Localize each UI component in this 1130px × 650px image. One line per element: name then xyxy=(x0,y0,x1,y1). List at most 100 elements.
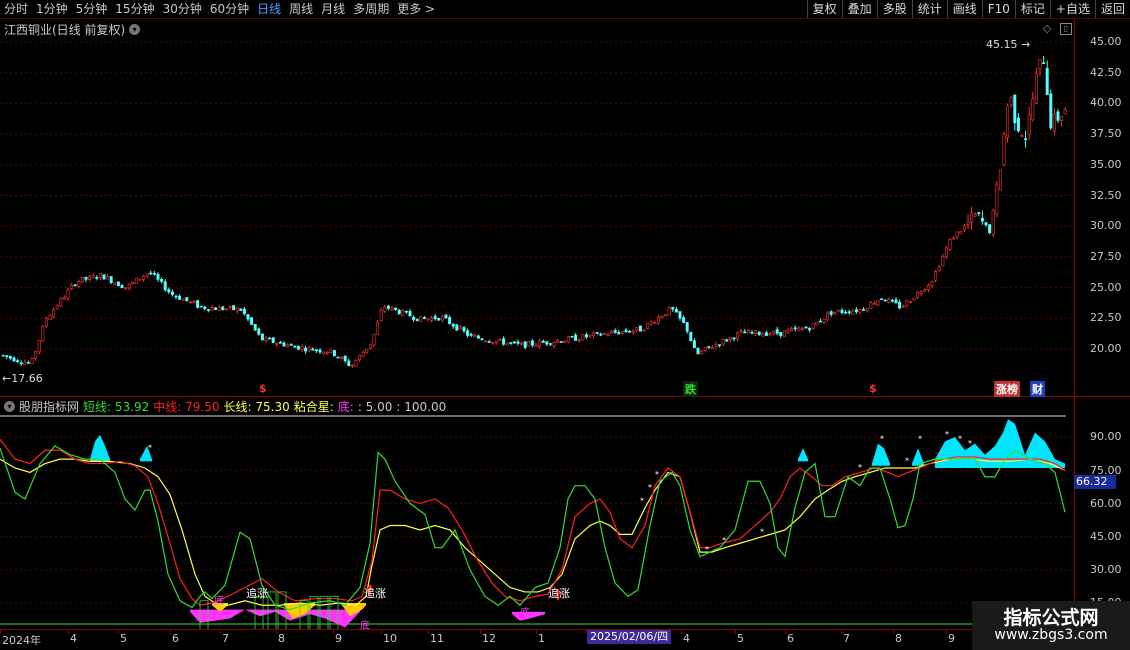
candle-body xyxy=(138,278,142,281)
candle-body xyxy=(178,295,182,300)
indicator-tick-label: 30.00 xyxy=(1090,563,1122,576)
candle-body xyxy=(559,341,563,343)
star-marker: * xyxy=(148,443,152,452)
candle-body xyxy=(527,341,531,347)
candle-body xyxy=(368,344,372,349)
candle-body xyxy=(55,305,59,309)
candle-body xyxy=(113,282,117,285)
toolbar-button[interactable]: 返回 xyxy=(1094,0,1130,18)
candle-body xyxy=(433,316,437,320)
toolbar-button[interactable]: 画线 xyxy=(946,0,982,18)
date-tick xyxy=(735,630,736,634)
candle-body xyxy=(962,225,966,231)
drop-marker[interactable]: 跌 xyxy=(683,381,698,397)
candle-body xyxy=(354,360,358,367)
candle-body xyxy=(649,321,653,325)
candle-body xyxy=(1063,109,1067,115)
period-tab[interactable]: 30分钟 xyxy=(159,0,206,18)
candle-body xyxy=(466,330,470,336)
candle-body xyxy=(923,289,927,292)
indicator-tick-label: 60.00 xyxy=(1090,497,1122,510)
candle-body xyxy=(390,307,394,310)
candle-body xyxy=(210,307,214,311)
candle-body xyxy=(908,301,912,303)
date-label: 4 xyxy=(70,632,77,645)
candle-body xyxy=(714,344,718,347)
candle-body xyxy=(404,310,408,313)
candle-body xyxy=(682,317,686,323)
candle-body xyxy=(808,328,812,331)
toolbar-button[interactable]: 复权 xyxy=(806,0,842,18)
toolbar-button[interactable]: 叠加 xyxy=(841,0,877,18)
period-tab[interactable]: 周线 xyxy=(285,0,317,18)
candle-body xyxy=(700,350,704,355)
price-tick-label: 35.00 xyxy=(1090,157,1122,171)
bottom-label-1: 底 xyxy=(214,596,224,607)
candle-body xyxy=(260,333,264,341)
toolbar-button[interactable]: 统计 xyxy=(911,0,947,18)
period-tab[interactable]: 60分钟 xyxy=(206,0,253,18)
period-tab[interactable]: 分时 xyxy=(0,0,32,18)
candle-body xyxy=(8,356,12,359)
period-tab[interactable]: 日线 xyxy=(253,0,285,18)
candle-body xyxy=(570,336,574,338)
candle-body xyxy=(610,331,614,334)
candle-body xyxy=(516,341,520,344)
star-marker: * xyxy=(905,457,909,466)
dividend-marker-2[interactable]: $ xyxy=(867,382,879,395)
candle-body xyxy=(854,309,858,313)
period-tab[interactable]: 5分钟 xyxy=(72,0,112,18)
period-tab[interactable]: 15分钟 xyxy=(111,0,158,18)
candle-body xyxy=(282,342,286,347)
period-tab[interactable]: 月线 xyxy=(317,0,349,18)
candle-body xyxy=(631,330,635,333)
date-tick xyxy=(118,630,119,634)
date-label: 8 xyxy=(278,632,285,645)
candle-body xyxy=(512,341,516,344)
candle-body xyxy=(664,314,668,317)
candle-body xyxy=(444,314,448,319)
price-tick-label: 45.00 xyxy=(1090,35,1122,48)
candle-body xyxy=(264,337,268,341)
period-tab[interactable]: 更多 > xyxy=(393,0,439,18)
date-tick xyxy=(536,630,537,634)
candle-body xyxy=(1020,135,1024,137)
candle-body xyxy=(1031,98,1035,121)
candle-body xyxy=(829,311,833,315)
toolbar-button[interactable]: 标记 xyxy=(1014,0,1050,18)
candle-body xyxy=(786,329,790,333)
date-tick xyxy=(276,630,277,634)
candle-body xyxy=(1027,114,1031,135)
star-marker: * xyxy=(880,434,884,443)
toolbar-button[interactable]: 多股 xyxy=(876,0,912,18)
period-tab[interactable]: 1分钟 xyxy=(32,0,72,18)
watermark-title: 指标公式网 xyxy=(1003,607,1099,629)
candle-body xyxy=(941,255,945,267)
dividend-marker[interactable]: $ xyxy=(257,382,269,395)
low-price-label: ←17.66 xyxy=(2,372,43,385)
candle-body xyxy=(620,331,624,334)
period-tab[interactable]: 多周期 xyxy=(349,0,393,18)
candle-body xyxy=(818,320,822,323)
candle-body xyxy=(73,284,77,287)
candle-body xyxy=(127,283,131,289)
candle-body xyxy=(250,317,254,325)
candle-body xyxy=(419,316,423,322)
candle-body xyxy=(412,317,416,320)
candle-body xyxy=(1052,113,1056,132)
star-marker: * xyxy=(918,434,922,443)
candle-body xyxy=(865,308,869,311)
candle-body xyxy=(84,276,88,280)
candle-body xyxy=(732,337,736,340)
candle-body xyxy=(595,332,599,334)
candle-body xyxy=(430,317,434,321)
date-tick xyxy=(381,630,382,634)
candle-body xyxy=(606,334,610,336)
finance-marker[interactable]: 财 xyxy=(1030,381,1045,397)
candle-body xyxy=(660,315,664,319)
toolbar-button[interactable]: F10 xyxy=(981,0,1015,18)
limit-up-list-marker[interactable]: 涨榜 xyxy=(994,381,1020,397)
date-tick xyxy=(946,630,947,634)
candle-body xyxy=(26,362,30,364)
toolbar-button[interactable]: +自选 xyxy=(1049,0,1095,18)
